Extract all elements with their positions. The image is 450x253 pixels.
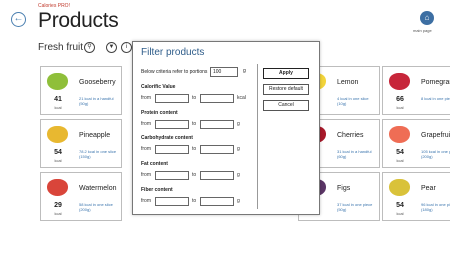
- to-label: to: [192, 172, 197, 178]
- info-button[interactable]: i: [121, 42, 132, 53]
- portion-info: 8 kcal in one piece: [421, 96, 450, 101]
- to-input[interactable]: [200, 94, 234, 103]
- range-unit: kcal: [237, 95, 246, 101]
- fruit-image: [389, 73, 410, 90]
- from-label: from: [141, 121, 151, 127]
- section-title: Fat content: [141, 161, 168, 167]
- dialog-divider: [257, 64, 258, 209]
- fruit-name: Grapefruit: [421, 132, 450, 139]
- from-label: from: [141, 95, 151, 101]
- search-icon: ⚲: [87, 44, 92, 50]
- calorie-unit: kcal: [396, 211, 404, 216]
- filter-button[interactable]: ▼: [106, 42, 117, 53]
- from-label: from: [141, 198, 151, 204]
- fruit-image: [47, 73, 68, 90]
- range-unit: g: [237, 198, 240, 204]
- fruit-image: [389, 179, 410, 196]
- from-input[interactable]: [155, 145, 189, 154]
- to-label: to: [192, 146, 197, 152]
- to-label: to: [192, 121, 197, 127]
- portion-info: 96 kcal in one piece (180g): [421, 202, 450, 212]
- fruit-name: Lemon: [337, 79, 359, 86]
- calorie-value: 54: [396, 202, 404, 209]
- to-input[interactable]: [200, 171, 234, 180]
- portion-info: 37 kcal in one piece (50g): [337, 202, 373, 212]
- fruit-tile[interactable]: Pomegranate 66 kcal 8 kcal in one piece: [382, 66, 450, 115]
- section-title: Calorific Value: [141, 84, 176, 90]
- calorie-value: 29: [54, 202, 62, 209]
- to-input[interactable]: [200, 145, 234, 154]
- apply-button[interactable]: Apply: [263, 68, 309, 79]
- calorie-unit: kcal: [396, 158, 404, 163]
- calorie-unit: kcal: [396, 105, 404, 110]
- info-icon: i: [125, 44, 128, 50]
- portion-info: 31 kcal in a handful (60g): [337, 149, 372, 159]
- portion-note: Below criteria refer to portions: [141, 69, 208, 75]
- from-input[interactable]: [155, 197, 189, 206]
- category-title: Fresh fruit: [38, 42, 84, 53]
- home-label: main page: [413, 28, 432, 33]
- fruit-image: [47, 179, 68, 196]
- from-input[interactable]: [155, 171, 189, 180]
- restore-default-button[interactable]: Restore default: [263, 84, 309, 95]
- calorie-value: 41: [54, 96, 62, 103]
- calorie-value: 66: [396, 96, 404, 103]
- from-label: from: [141, 172, 151, 178]
- fruit-tile[interactable]: Watermelon 29 kcal 58 kcal in one slice …: [40, 172, 122, 221]
- calorie-unit: kcal: [54, 158, 62, 163]
- fruit-tile[interactable]: Pear 54 kcal 96 kcal in one piece (180g): [382, 172, 450, 221]
- from-input[interactable]: [155, 120, 189, 129]
- fruit-name: Pomegranate: [421, 79, 450, 86]
- calorie-value: 54: [54, 149, 62, 156]
- to-label: to: [192, 95, 197, 101]
- portion-unit: g: [243, 68, 246, 74]
- from-label: from: [141, 146, 151, 152]
- portion-info: 58 kcal in one slice (200g): [79, 202, 113, 212]
- portion-info: 78.2 kcal in one slice (150g): [79, 149, 117, 159]
- to-input[interactable]: [200, 197, 234, 206]
- dialog-title: Filter products: [141, 47, 205, 58]
- range-unit: g: [237, 146, 240, 152]
- section-title: Fiber content: [141, 187, 173, 193]
- fruit-name: Figs: [337, 185, 351, 192]
- fruit-name: Pear: [421, 185, 436, 192]
- filter-dialog: Filter products Below criteria refer to …: [132, 41, 320, 215]
- portion-info: 4 kcal in one slice (10g): [337, 96, 369, 106]
- search-button[interactable]: ⚲: [84, 42, 95, 53]
- portion-input[interactable]: 100: [210, 67, 238, 77]
- fruit-name: Gooseberry: [79, 79, 116, 86]
- fruit-name: Cherries: [337, 132, 364, 139]
- fruit-name: Watermelon: [79, 185, 117, 192]
- back-button[interactable]: ←: [11, 12, 26, 27]
- arrow-left-icon: ←: [13, 13, 24, 24]
- to-input[interactable]: [200, 120, 234, 129]
- home-icon: ⌂: [424, 13, 430, 22]
- fruit-tile[interactable]: Gooseberry 41 kcal 21 kcal in a handful …: [40, 66, 122, 115]
- section-title: Protein content: [141, 110, 178, 116]
- portion-info: 105 kcal in one piece (200g): [421, 149, 450, 159]
- fruit-name: Pineapple: [79, 132, 111, 139]
- to-label: to: [192, 198, 197, 204]
- range-unit: g: [237, 121, 240, 127]
- range-unit: g: [237, 172, 240, 178]
- page-title: Products: [38, 9, 119, 32]
- section-title: Carbohydrate content: [141, 135, 193, 141]
- calorie-unit: kcal: [54, 211, 62, 216]
- fruit-tile[interactable]: Pineapple 54 kcal 78.2 kcal in one slice…: [40, 119, 122, 168]
- calorie-unit: kcal: [54, 105, 62, 110]
- home-button[interactable]: ⌂: [420, 11, 434, 25]
- fruit-image: [389, 126, 410, 143]
- cancel-button[interactable]: Cancel: [263, 100, 309, 111]
- from-input[interactable]: [155, 94, 189, 103]
- portion-info: 21 kcal in a handful (50g): [79, 96, 114, 106]
- fruit-image: [47, 126, 68, 143]
- filter-icon: ▼: [108, 44, 115, 50]
- fruit-tile[interactable]: Grapefruit 54 kcal 105 kcal in one piece…: [382, 119, 450, 168]
- calorie-value: 54: [396, 149, 404, 156]
